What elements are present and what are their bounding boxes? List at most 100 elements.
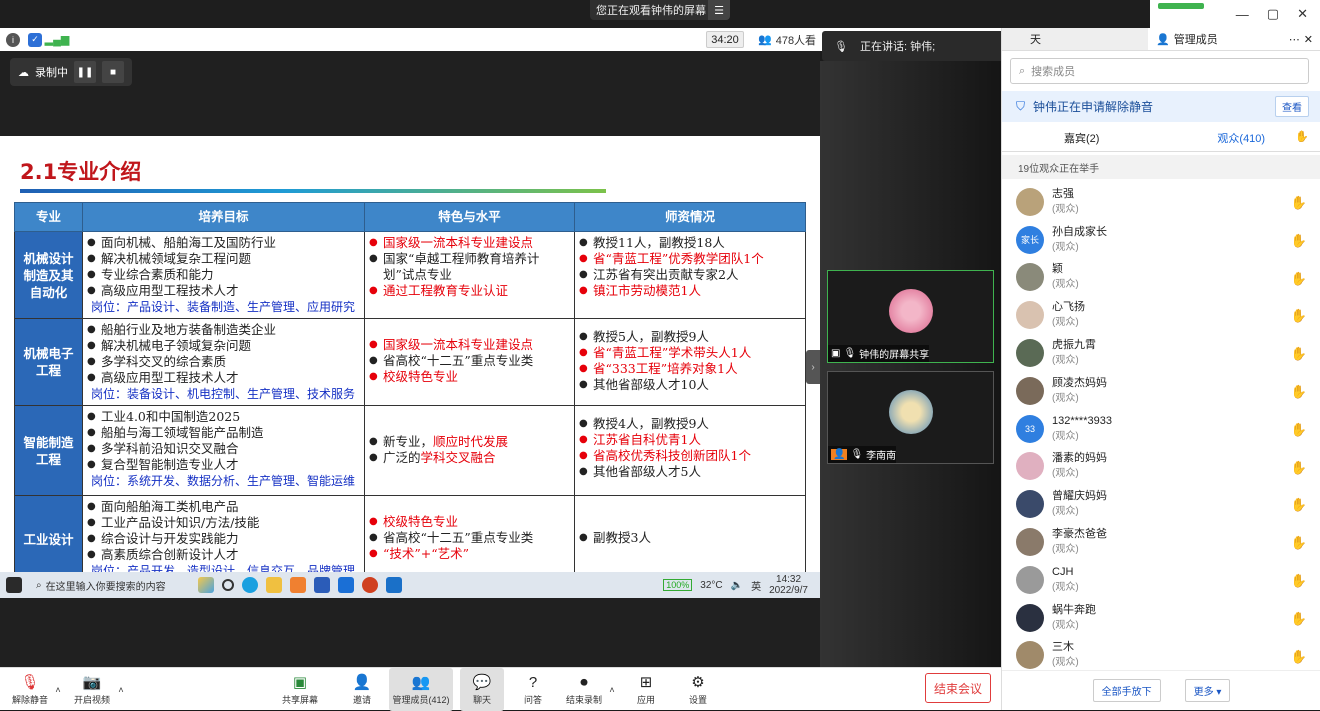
raise-hand-icon[interactable]: ✋ (1291, 346, 1307, 362)
weather-widget-icon[interactable] (198, 577, 214, 593)
clock[interactable]: 14:32 2022/9/7 (769, 574, 808, 596)
edge-browser-icon[interactable] (242, 577, 258, 593)
collapse-gallery-button[interactable]: › (806, 350, 820, 384)
member-role: (观众) (1052, 618, 1096, 633)
unmute-request-notice: ⛉ 钟伟正在申请解除静音 查看 (1002, 91, 1320, 122)
file-explorer-icon[interactable] (266, 577, 282, 593)
stop-record-icon: ⏺ (573, 673, 595, 691)
list-item[interactable]: 颖(观众)✋ (1002, 259, 1320, 297)
tab-guests[interactable]: 嘉宾(2) (1002, 124, 1162, 151)
list-item[interactable]: CJH(观众)✋ (1002, 561, 1320, 599)
list-item[interactable]: 虎振九霄(观众)✋ (1002, 334, 1320, 372)
invite-button[interactable]: 👤邀请 (342, 668, 382, 711)
more-button[interactable]: 更多 ▾ (1185, 679, 1231, 702)
list-item[interactable]: 33132****3933(观众)✋ (1002, 410, 1320, 448)
list-item[interactable]: 三木(观众)✋ (1002, 637, 1320, 670)
close-button[interactable]: ✕ (1297, 6, 1308, 22)
manage-members-button[interactable]: 👥管理成员(412) (389, 668, 453, 711)
list-item[interactable]: 家长孙自成家长(观众)✋ (1002, 221, 1320, 259)
lower-all-hands-button[interactable]: 全部手放下 (1093, 679, 1161, 702)
record-options-chevron[interactable]: ˄ (606, 668, 618, 711)
list-item[interactable]: 曾耀庆妈妈(观众)✋ (1002, 485, 1320, 523)
member-name: 虎振九霄 (1052, 338, 1096, 353)
raise-hand-icon[interactable]: ✋ (1291, 308, 1307, 324)
end-recording-button[interactable]: ⏺结束录制 (562, 668, 606, 711)
list-item[interactable]: 心飞扬(观众)✋ (1002, 296, 1320, 334)
avatar (1016, 566, 1044, 594)
member-name: 李豪杰爸爸 (1052, 527, 1107, 542)
raise-hand-icon[interactable]: ✋ (1291, 460, 1307, 476)
member-search-input[interactable]: ⌕ 搜索成员 (1010, 58, 1309, 84)
viewer-count[interactable]: 👥 478人看 (758, 31, 822, 48)
goal-item: 高级应用型工程技术人才 (87, 283, 360, 299)
raise-hand-icon[interactable]: ✋ (1291, 649, 1307, 665)
video-tile-participant[interactable]: 👤 🎙 李南南 (827, 371, 994, 464)
feature-item: 新专业，顺应时代发展 (369, 434, 570, 450)
raise-hand-icon[interactable]: ✋ (1291, 535, 1307, 551)
taskbar-search-placeholder: 在这里输入你要搜索的内容 (46, 578, 166, 593)
settings-button[interactable]: ⚙设置 (680, 668, 716, 711)
task-view-icon[interactable] (222, 579, 234, 591)
network-signal-icon (1158, 3, 1204, 9)
raise-hand-icon[interactable]: ✋ (1291, 573, 1307, 589)
input-language[interactable]: 英 (751, 578, 761, 593)
participant-name: 钟伟的屏幕共享 (859, 346, 929, 361)
chat-label: 聊天 (473, 693, 491, 706)
speaker-icon[interactable]: 🔈 (731, 580, 743, 591)
taskbar-search[interactable]: ⌕ 在这里输入你要搜索的内容 (30, 574, 190, 596)
raise-hand-icon[interactable]: ✋ (1291, 422, 1307, 438)
raise-hand-icon[interactable]: ✋ (1291, 233, 1307, 249)
apps-button[interactable]: ⊞应用 (628, 668, 664, 711)
raise-hand-icon[interactable]: ✋ (1291, 611, 1307, 627)
video-options-chevron[interactable]: ˄ (115, 668, 127, 711)
screen-share-banner: 您正在观看钟伟的屏幕 ☰ (590, 0, 730, 20)
close-panel-icon[interactable]: ✕ (1304, 33, 1313, 46)
powerpoint-icon[interactable] (362, 577, 378, 593)
shield-icon[interactable]: ✓ (28, 33, 42, 47)
minimize-button[interactable]: — (1236, 7, 1249, 22)
audio-options-chevron[interactable]: ˄ (52, 668, 64, 711)
unmute-button[interactable]: 🎙解除静音 (8, 668, 52, 711)
tab-manage-members[interactable]: 👤 管理成员 ⋯ ✕ (1148, 28, 1320, 50)
word-icon[interactable] (314, 577, 330, 593)
list-item[interactable]: 顾凌杰妈妈(观众)✋ (1002, 372, 1320, 410)
list-item[interactable]: 蜗牛奔跑(观众)✋ (1002, 599, 1320, 637)
raise-hand-icon[interactable]: ✋ (1291, 271, 1307, 287)
view-request-button[interactable]: 查看 (1275, 96, 1309, 117)
camera-off-icon: 📷 (81, 673, 103, 691)
app-icon[interactable] (290, 577, 306, 593)
battery-indicator[interactable]: 100% (663, 579, 692, 591)
tab-chat[interactable]: 天 (1002, 28, 1148, 50)
raise-hand-icon[interactable]: ✋ (1291, 497, 1307, 513)
start-menu-icon[interactable] (6, 577, 22, 593)
faculty-item: 省高校优秀科技创新团队1个 (579, 448, 801, 464)
list-item[interactable]: 潘素的妈妈(观众)✋ (1002, 448, 1320, 486)
temperature[interactable]: 32°C (700, 580, 722, 591)
qa-button[interactable]: ?问答 (514, 668, 552, 711)
app-icon[interactable] (338, 577, 354, 593)
start-video-button[interactable]: 📷开启视频 (70, 668, 114, 711)
menu-icon[interactable]: ☰ (708, 0, 730, 20)
restore-button[interactable]: ▢ (1267, 6, 1279, 22)
pause-recording-button[interactable]: ❚❚ (74, 61, 96, 83)
chat-button[interactable]: 💬聊天 (460, 668, 504, 711)
list-item[interactable]: 志强(观众)✋ (1002, 183, 1320, 221)
signal-bars-icon[interactable]: ▂▄▆ (50, 33, 64, 47)
major-cell: 工业设计 (15, 496, 83, 573)
positions-text: 岗位：产品开发、造型设计、信息交互、品牌管理 (87, 564, 355, 572)
faculty-cell: 副教授3人 (575, 496, 806, 573)
raise-hand-icon[interactable]: ✋ (1291, 195, 1307, 211)
video-tile-share[interactable]: ▣ 🎙 钟伟的屏幕共享 (827, 270, 994, 363)
end-meeting-button[interactable]: 结束会议 (925, 673, 991, 703)
raise-hand-icon[interactable]: ✋ (1291, 384, 1307, 400)
member-role: (观众) (1052, 277, 1079, 292)
features-cell: 国家级一流本科专业建设点 省高校“十二五”重点专业类 校级特色专业 (365, 319, 575, 406)
meeting-app-icon[interactable] (386, 577, 402, 593)
member-role: (观众) (1052, 315, 1085, 330)
info-icon[interactable]: i (6, 33, 20, 47)
list-item[interactable]: 李豪杰爸爸(观众)✋ (1002, 523, 1320, 561)
stop-recording-button[interactable]: ■ (102, 61, 124, 83)
more-icon[interactable]: ⋯ (1289, 33, 1300, 46)
share-screen-button[interactable]: ▣共享屏幕 (278, 668, 322, 711)
recording-label: 录制中 (35, 64, 68, 80)
